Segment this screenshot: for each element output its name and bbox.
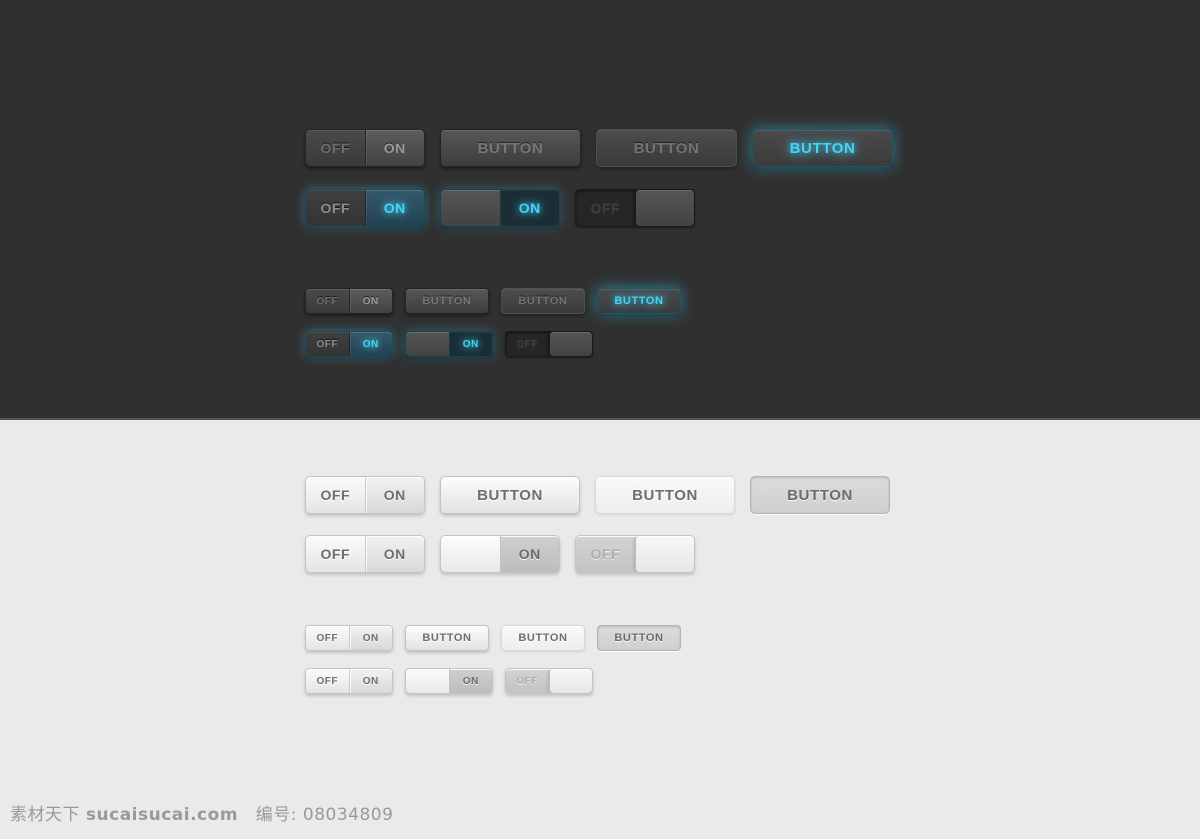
toggle-knob xyxy=(548,669,592,693)
light-toggle-off-on-large-alt[interactable]: OFF ON xyxy=(305,535,425,573)
light-button-default-large[interactable]: BUTTON xyxy=(440,476,580,514)
dark-toggle-glow-on-small[interactable]: OFF ON xyxy=(305,331,393,357)
dark-button-neon-large[interactable]: BUTTON xyxy=(752,129,893,167)
toggle-off-label: OFF xyxy=(316,295,338,307)
light-button-default-small[interactable]: BUTTON xyxy=(405,625,489,651)
dark-toggle-knob-left-on-large[interactable]: ON xyxy=(440,189,560,227)
toggle-knob xyxy=(634,536,694,572)
dark-toggle-knob-left-on-small[interactable]: ON xyxy=(405,331,493,357)
toggle-knob xyxy=(634,190,694,226)
dark-toggle-off-state-small[interactable]: OFF xyxy=(505,331,593,357)
dark-row-small-primary: OFF ON BUTTON BUTTON BUTTON xyxy=(305,288,681,314)
light-toggle-off-state-large[interactable]: OFF xyxy=(575,535,695,573)
toggle-off-label: OFF xyxy=(316,675,338,687)
toggle-on-label: ON xyxy=(518,546,541,562)
dark-toggle-off-on-small[interactable]: OFF ON xyxy=(305,288,393,314)
toggle-off-label: OFF xyxy=(590,546,620,562)
toggle-on-knob: ON xyxy=(348,289,392,313)
light-theme-section: OFF ON BUTTON BUTTON BUTTON OFF ON ON OF… xyxy=(0,422,1200,839)
toggle-on-knob: ON xyxy=(348,332,392,356)
light-toggle-knob-left-on-large[interactable]: ON xyxy=(440,535,560,573)
toggle-on-knob: ON xyxy=(348,626,392,650)
light-button-pressed-large[interactable]: BUTTON xyxy=(750,476,890,514)
light-toggle-off-state-small[interactable]: OFF xyxy=(505,668,593,694)
watermark-id-value: 08034809 xyxy=(302,805,394,825)
toggle-knob xyxy=(406,332,450,356)
dark-button-alt-large[interactable]: BUTTON xyxy=(596,129,737,167)
light-toggle-off-on-large[interactable]: OFF ON xyxy=(305,476,425,514)
watermark-brand: 素材天下 xyxy=(10,805,80,825)
watermark: 素材天下 sucaisucai.com 编号: 08034809 xyxy=(10,800,393,825)
dark-toggle-off-state-large[interactable]: OFF xyxy=(575,189,695,227)
dark-theme-section: OFF ON BUTTON BUTTON BUTTON OFF ON ON OF… xyxy=(0,0,1200,420)
dark-toggle-off-on-large[interactable]: OFF ON xyxy=(305,129,425,167)
toggle-on-label: ON xyxy=(462,338,479,350)
toggle-off-label: OFF xyxy=(316,338,338,350)
light-toggle-off-on-small-alt[interactable]: OFF ON xyxy=(305,668,393,694)
toggle-off-label: OFF xyxy=(320,546,350,562)
toggle-on-knob: ON xyxy=(364,536,424,572)
toggle-knob xyxy=(406,669,450,693)
toggle-on-label: ON xyxy=(518,200,541,216)
light-button-pressed-small[interactable]: BUTTON xyxy=(597,625,681,651)
toggle-on-knob: ON xyxy=(364,130,424,166)
dark-row-large-states: OFF ON ON OFF xyxy=(305,189,695,227)
light-row-small-states: OFF ON ON OFF xyxy=(305,668,593,694)
dark-button-default-small[interactable]: BUTTON xyxy=(405,288,489,314)
toggle-off-label: OFF xyxy=(320,140,350,156)
light-row-large-primary: OFF ON BUTTON BUTTON BUTTON xyxy=(305,476,890,514)
dark-button-alt-small[interactable]: BUTTON xyxy=(501,288,585,314)
light-row-large-states: OFF ON ON OFF xyxy=(305,535,695,573)
dark-button-default-large[interactable]: BUTTON xyxy=(440,129,581,167)
dark-toggle-glow-on-large[interactable]: OFF ON xyxy=(305,189,425,227)
toggle-off-label: OFF xyxy=(316,632,338,644)
toggle-off-label: OFF xyxy=(320,487,350,503)
light-button-alt-large[interactable]: BUTTON xyxy=(595,476,735,514)
toggle-knob xyxy=(441,190,501,226)
watermark-id-label: 编号: xyxy=(255,805,297,825)
toggle-off-label: OFF xyxy=(516,675,538,687)
light-toggle-knob-left-on-small[interactable]: ON xyxy=(405,668,493,694)
dark-button-neon-small[interactable]: BUTTON xyxy=(597,288,681,314)
ui-kit-page: OFF ON BUTTON BUTTON BUTTON OFF ON ON OF… xyxy=(0,0,1200,839)
toggle-off-label: OFF xyxy=(590,200,620,216)
dark-row-large-primary: OFF ON BUTTON BUTTON BUTTON xyxy=(305,129,893,167)
toggle-on-knob: ON xyxy=(348,669,392,693)
light-button-alt-small[interactable]: BUTTON xyxy=(501,625,585,651)
toggle-on-knob: ON xyxy=(364,190,424,226)
watermark-site: sucaisucai.com xyxy=(85,805,239,825)
toggle-off-label: OFF xyxy=(516,338,538,350)
toggle-knob xyxy=(441,536,501,572)
toggle-knob xyxy=(548,332,592,356)
toggle-on-knob: ON xyxy=(364,477,424,513)
light-row-small-primary: OFF ON BUTTON BUTTON BUTTON xyxy=(305,625,681,651)
toggle-off-label: OFF xyxy=(320,200,350,216)
toggle-on-label: ON xyxy=(462,675,479,687)
light-toggle-off-on-small[interactable]: OFF ON xyxy=(305,625,393,651)
dark-row-small-states: OFF ON ON OFF xyxy=(305,331,593,357)
